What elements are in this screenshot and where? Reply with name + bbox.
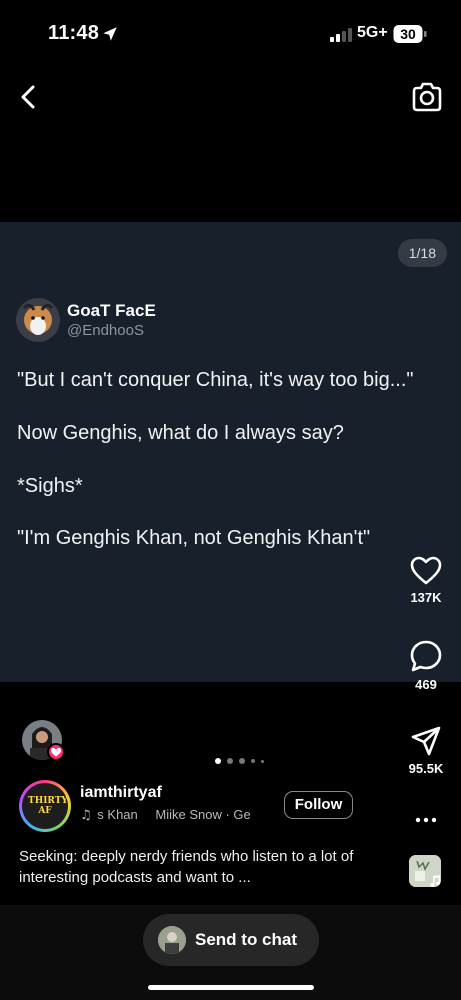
carousel-dot (215, 758, 221, 764)
heart-badge-icon (47, 743, 65, 761)
back-button[interactable] (14, 82, 44, 112)
like-count: 137K (410, 590, 442, 605)
share-count: 95.5K (408, 761, 444, 776)
battery-level: 30 (400, 26, 416, 42)
music-thumbnail[interactable] (409, 855, 441, 887)
music-title-left: s Khan (97, 807, 138, 822)
carousel-dot (251, 759, 255, 763)
carousel-dot (261, 759, 264, 763)
comment-count: 469 (415, 677, 437, 692)
follow-button[interactable]: Follow (284, 791, 353, 819)
heart-icon (410, 556, 442, 585)
share-button[interactable]: 95.5K (396, 725, 456, 776)
tweet-text-line: "But I can't conquer China, it's way too… (17, 369, 414, 391)
battery-icon: 30 (393, 24, 427, 44)
comment-button[interactable]: 469 (396, 639, 456, 692)
carousel-dot (239, 758, 245, 764)
tweet-display-name: GoaT FacE (67, 301, 156, 320)
tweet-handle: @EndhooS (67, 322, 144, 339)
signal-bars-icon (330, 28, 352, 42)
send-to-chat-label: Send to chat (195, 930, 298, 949)
carousel-dot (227, 758, 233, 764)
more-options-button[interactable] (396, 808, 456, 832)
music-ticker[interactable]: ♫ s Khan Miike Snow · Ge (80, 807, 270, 823)
camera-button[interactable] (410, 80, 444, 114)
location-arrow-icon (103, 27, 117, 41)
status-time: 11:48 (48, 22, 100, 44)
comment-bubble-icon (410, 640, 442, 672)
tweet-text-line: *Sighs* (17, 475, 83, 497)
paper-plane-icon (411, 726, 441, 756)
network-type: 5G+ (357, 24, 388, 41)
page-counter: 1/18 (397, 239, 447, 267)
home-indicator[interactable] (148, 985, 314, 990)
tweet-text-line: "I'm Genghis Khan, not Genghis Khan't" (17, 527, 371, 549)
music-note-icon: ♫ (80, 808, 92, 823)
tweet-author-avatar[interactable] (16, 298, 60, 342)
chat-recipient-avatar (158, 926, 186, 954)
music-title-right: Miike Snow · Ge (155, 807, 251, 822)
tweet-text-line: Now Genghis, what do I always say? (17, 422, 344, 444)
tweet-card[interactable]: 1/18 GoaT FacE @EndhooS "But I can't con… (0, 222, 461, 682)
poster-avatar-logo: THIRTY AF (28, 796, 68, 816)
music-note-icon (430, 875, 441, 887)
more-dots-icon (415, 817, 437, 823)
carousel-indicator (215, 758, 264, 764)
like-button[interactable]: 137K (396, 556, 456, 605)
poster-username[interactable]: iamthirtyaf (80, 784, 162, 802)
poster-avatar[interactable]: THIRTY AF (19, 780, 71, 832)
post-caption[interactable]: Seeking: deeply nerdy friends who listen… (19, 846, 399, 888)
